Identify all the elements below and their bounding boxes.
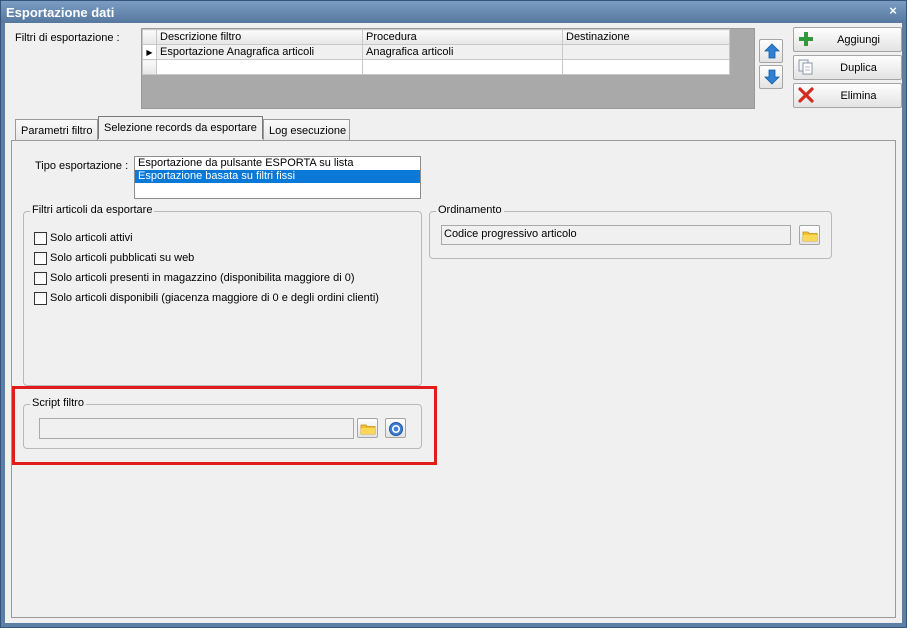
grid-corner <box>142 29 157 45</box>
table-cell[interactable]: Anagrafica articoli <box>362 44 563 60</box>
tab-label: Parametri filtro <box>21 125 93 137</box>
title-bar[interactable]: Esportazione dati × <box>1 1 906 23</box>
copy-icon <box>798 59 813 75</box>
plus-icon <box>799 32 813 46</box>
delete-button[interactable]: Elimina <box>793 83 902 108</box>
script-help-button[interactable] <box>385 418 406 438</box>
duplicate-button-label: Duplica <box>840 62 877 74</box>
script-browse-button[interactable] <box>357 418 378 438</box>
group-title: Ordinamento <box>436 204 504 216</box>
add-button-label: Aggiungi <box>837 34 880 46</box>
tab-filter-parameters[interactable]: Parametri filtro <box>15 119 98 140</box>
list-item-selected[interactable]: Esportazione basata su filtri fissi <box>135 170 420 183</box>
delete-button-label: Elimina <box>840 90 877 102</box>
filters-label: Filtri di esportazione : <box>15 32 120 44</box>
close-icon[interactable]: × <box>886 4 900 18</box>
checkbox-box[interactable] <box>34 252 47 265</box>
window-client-area: Filtri di esportazione : Descrizione fil… <box>5 23 902 623</box>
filters-grid[interactable]: Descrizione filtro Procedura Destinazion… <box>141 28 755 109</box>
group-title: Script filtro <box>30 397 86 409</box>
export-type-listbox[interactable]: Esportazione da pulsante ESPORTA su list… <box>134 156 421 199</box>
list-item[interactable]: Esportazione da pulsante ESPORTA su list… <box>135 157 420 170</box>
table-cell[interactable] <box>562 59 730 75</box>
ordering-group: Ordinamento Codice progressivo articolo <box>429 204 832 259</box>
x-icon <box>798 87 814 103</box>
tab-label: Selezione records da esportare <box>104 122 257 134</box>
table-row[interactable]: ▶ Esportazione Anagrafica articoli Anagr… <box>142 44 730 60</box>
table-row[interactable] <box>142 59 730 75</box>
script-group: Script filtro <box>23 397 422 449</box>
add-button[interactable]: Aggiungi <box>793 27 902 52</box>
ordering-browse-button[interactable] <box>799 225 820 245</box>
checkbox-box[interactable] <box>34 292 47 305</box>
column-header-destination[interactable]: Destinazione <box>562 29 730 45</box>
column-header-description[interactable]: Descrizione filtro <box>156 29 363 45</box>
column-header-procedure[interactable]: Procedura <box>362 29 563 45</box>
export-type-label: Tipo esportazione : <box>35 160 129 172</box>
window-title: Esportazione dati <box>6 5 115 20</box>
checkbox-label: Solo articoli presenti in magazzino (dis… <box>50 272 355 284</box>
help-icon <box>389 422 403 436</box>
table-cell[interactable] <box>562 44 730 60</box>
export-window: Esportazione dati × Filtri di esportazio… <box>0 0 907 628</box>
table-cell[interactable] <box>362 59 563 75</box>
checkbox-label: Solo articoli attivi <box>50 232 133 244</box>
article-filters-group: Filtri articoli da esportare Solo artico… <box>23 204 422 386</box>
grid-header-row: Descrizione filtro Procedura Destinazion… <box>142 29 730 45</box>
row-indicator-icon <box>142 59 157 75</box>
checkbox-label: Solo articoli disponibili (giacenza magg… <box>50 292 379 304</box>
tab-records-selection[interactable]: Selezione records da esportare <box>98 116 263 139</box>
folder-icon <box>360 424 376 435</box>
duplicate-button[interactable]: Duplica <box>793 55 902 80</box>
arrow-up-icon <box>764 43 780 59</box>
checkbox-label: Solo articoli pubblicati su web <box>50 252 195 264</box>
table-cell[interactable] <box>156 59 363 75</box>
script-field[interactable] <box>39 418 354 439</box>
folder-icon <box>802 231 818 242</box>
group-title: Filtri articoli da esportare <box>30 204 155 216</box>
arrow-down-icon <box>764 69 780 85</box>
table-cell[interactable]: Esportazione Anagrafica articoli <box>156 44 363 60</box>
move-down-button[interactable] <box>759 65 783 89</box>
checkbox-box[interactable] <box>34 272 47 285</box>
row-indicator-icon: ▶ <box>142 44 157 60</box>
move-up-button[interactable] <box>759 39 783 63</box>
tab-label: Log esecuzione <box>269 125 347 137</box>
ordering-field[interactable]: Codice progressivo articolo <box>441 225 791 245</box>
checkbox-box[interactable] <box>34 232 47 245</box>
tab-execution-log[interactable]: Log esecuzione <box>263 119 350 140</box>
